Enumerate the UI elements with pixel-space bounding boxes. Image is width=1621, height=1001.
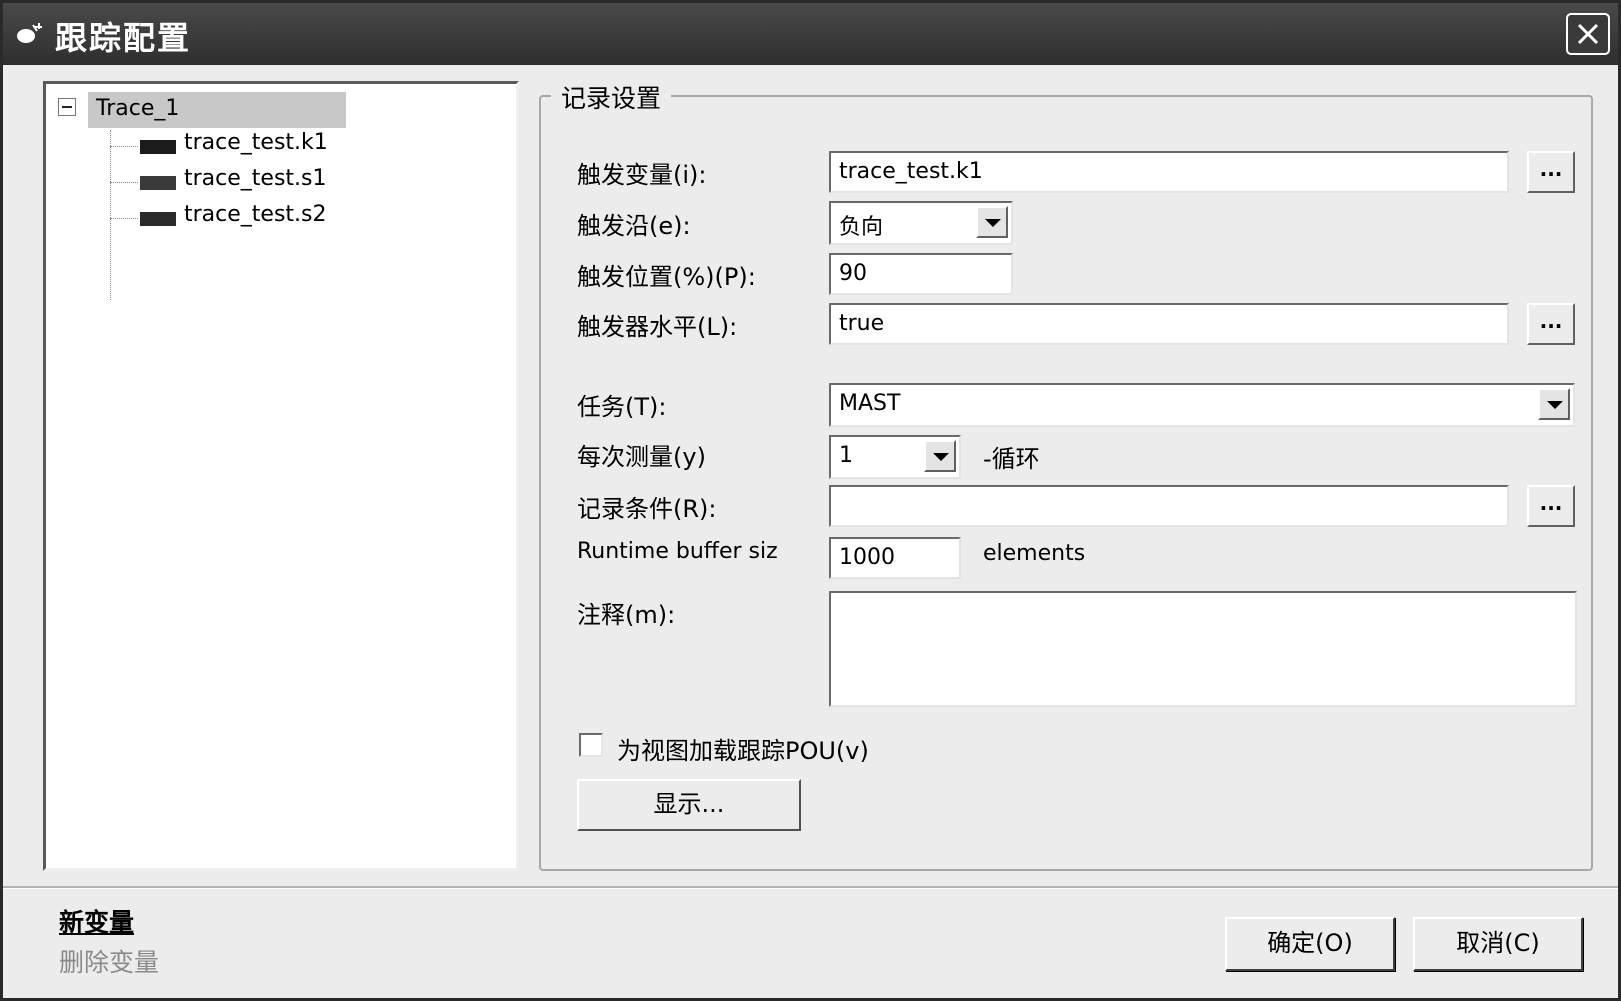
load-pou-checkbox[interactable] [579, 733, 603, 757]
trigger-variable-input[interactable]: trace_test.k1 [829, 151, 1509, 193]
buffer-size-label: Runtime buffer siz [577, 539, 778, 564]
delete-variable-link[interactable]: 删除变量 [59, 943, 159, 979]
show-button[interactable]: 显示... [577, 779, 801, 831]
measure-every-suffix: -循环 [983, 445, 1040, 473]
close-button[interactable] [1566, 13, 1610, 55]
title-bar: 跟踪配置 [3, 3, 1618, 65]
new-variable-link[interactable]: 新变量 [59, 903, 134, 939]
trigger-position-input[interactable]: 90 [829, 253, 1013, 295]
variable-color-swatch [140, 176, 176, 190]
buffer-size-unit: elements [983, 541, 1086, 566]
task-value: MAST [839, 391, 901, 416]
measure-every-value: 1 [839, 443, 853, 468]
task-label: 任务(T): [577, 393, 667, 421]
variable-color-swatch [140, 212, 176, 226]
chevron-down-icon[interactable] [976, 206, 1008, 238]
tree-root-label: Trace_1 [96, 96, 180, 121]
trigger-variable-browse-button[interactable]: ... [1527, 151, 1575, 193]
tree-item-variable[interactable]: trace_test.k1 [110, 128, 490, 164]
task-select[interactable]: MAST [829, 383, 1575, 427]
variable-tree[interactable]: Trace_1 trace_test.k1 trace_test.s1 trac… [43, 81, 519, 871]
tree-item-variable[interactable]: trace_test.s1 [110, 164, 490, 200]
collapse-icon[interactable] [58, 98, 76, 116]
close-icon [1577, 23, 1599, 45]
trigger-variable-label: 触发变量(i): [577, 161, 707, 189]
trigger-edge-value: 负向 [839, 215, 884, 240]
measure-every-select[interactable]: 1 [829, 435, 961, 479]
record-condition-browse-button[interactable]: ... [1527, 485, 1575, 527]
chevron-down-icon[interactable] [1538, 388, 1570, 420]
ok-button[interactable]: 确定(O) [1225, 917, 1395, 971]
tree-item-label: trace_test.k1 [184, 130, 328, 155]
buffer-size-input[interactable]: 1000 [829, 537, 961, 579]
footer-divider [3, 886, 1618, 889]
tree-item-variable[interactable]: trace_test.s2 [110, 200, 490, 236]
tree-item-label: trace_test.s2 [184, 202, 327, 227]
trigger-level-label: 触发器水平(L): [577, 313, 738, 341]
chevron-down-icon[interactable] [924, 440, 956, 472]
trace-config-dialog: 跟踪配置 Trace_1 trace_test.k1 trace_test.s1… [0, 0, 1621, 1001]
trigger-level-input[interactable]: true [829, 303, 1509, 345]
cancel-button[interactable]: 取消(C) [1413, 917, 1583, 971]
window-title: 跟踪配置 [55, 19, 192, 57]
measure-every-label: 每次测量(y) [577, 443, 706, 471]
trace-app-icon [15, 21, 45, 47]
trigger-edge-label: 触发沿(e): [577, 212, 691, 240]
record-settings-title: 记录设置 [551, 79, 672, 115]
tree-root-trace[interactable]: Trace_1 [88, 92, 346, 128]
trigger-position-label: 触发位置(%)(P): [577, 263, 756, 291]
tree-item-label: trace_test.s1 [184, 166, 327, 191]
trigger-level-browse-button[interactable]: ... [1527, 303, 1575, 345]
load-pou-label: 为视图加载跟踪POU(v) [617, 737, 869, 765]
record-condition-label: 记录条件(R): [577, 495, 717, 523]
trigger-edge-select[interactable]: 负向 [829, 201, 1013, 245]
variable-color-swatch [140, 140, 176, 154]
record-condition-input[interactable] [829, 485, 1509, 527]
comment-label: 注释(m): [577, 601, 676, 629]
comment-textarea[interactable] [829, 591, 1577, 707]
